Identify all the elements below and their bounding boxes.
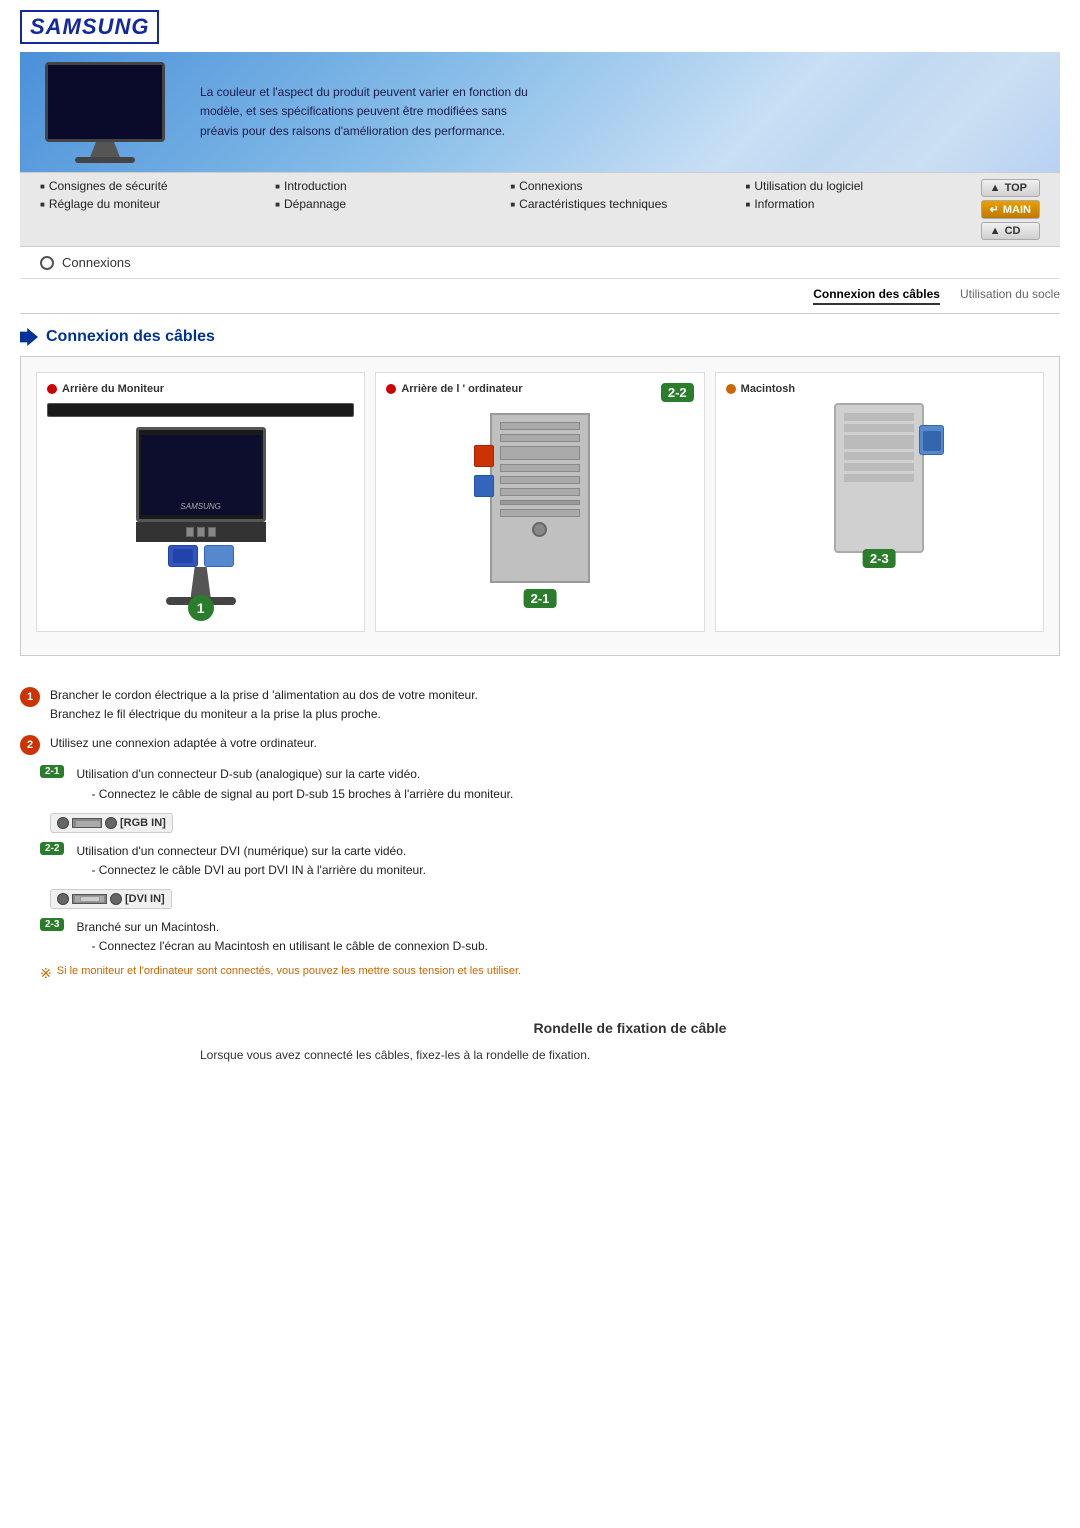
main-button-label: MAIN (1003, 204, 1031, 216)
rondelle-text: Lorsque vous avez connecté les câbles, f… (200, 1046, 1060, 1065)
section-title: Connexion des câbles (46, 328, 215, 346)
badge-21: 2-1 (524, 589, 557, 608)
instruction-2-2-text: Utilisation d'un connecteur DVI (numériq… (76, 842, 425, 880)
port-circle-left (57, 817, 69, 829)
instruction-2-1-text: Utilisation d'un connecteur D-sub (analo… (76, 765, 513, 803)
note-text: Si le moniteur et l'ordinateur sont conn… (57, 965, 521, 982)
diagram-monitor-label: Arrière du Moniteur (47, 383, 354, 395)
instruction-2-text: Utilisez une connexion adaptée à votre o… (50, 734, 317, 753)
diagram-section-mac: Macintosh (715, 372, 1044, 632)
monitor-illustration: SAMSUNG (47, 427, 354, 605)
port-rgb-in: [RGB IN] (50, 813, 173, 833)
instructions: 1 Brancher le cordon électrique a la pri… (0, 676, 1080, 1000)
heading-arrow-icon (20, 328, 38, 346)
breadcrumb-icon (40, 256, 54, 270)
badge-22-diagram: 2-2 (661, 383, 694, 402)
badge-23-label: 2-3 (40, 918, 64, 931)
arrow-main-icon: ↵ (990, 203, 999, 216)
samsung-logo: SAMSUNG (20, 10, 159, 44)
nav-item-caracteristiques[interactable]: Caractéristiques techniques (510, 197, 735, 211)
rondelle-section: Rondelle de fixation de câble Lorsque vo… (0, 1000, 1080, 1085)
breadcrumb-bar: Connexions (20, 247, 1060, 279)
top-button-label: TOP (1005, 182, 1027, 194)
rondelle-title: Rondelle de fixation de câble (200, 1020, 1060, 1036)
banner: La couleur et l'aspect du produit peuven… (20, 52, 1060, 172)
diagram-section-pc: Arrière de l ' ordinateur (375, 372, 704, 632)
port-rgb-label: [RGB IN] (120, 817, 166, 829)
monitor-screen-illus: SAMSUNG (136, 427, 266, 522)
port-dvi-circle-left (57, 893, 69, 905)
nav-item-reglage[interactable]: Réglage du moniteur (40, 197, 265, 211)
dot-red-monitor (47, 384, 57, 394)
arrow-cd-icon: ▲ (990, 225, 1001, 237)
banner-text: La couleur et l'aspect du produit peuven… (180, 83, 530, 141)
port-dvi-label: [DVI IN] (125, 893, 165, 905)
badge-21-label: 2-1 (40, 765, 64, 778)
diagram-section-monitor: Arrière du Moniteur SAMSUNG (36, 372, 365, 632)
arrow-up-icon: ▲ (990, 182, 1001, 194)
nav-item-connexions[interactable]: Connexions (510, 179, 735, 193)
badge-23: 2-3 (863, 549, 896, 568)
port-rect-rgb (72, 818, 102, 828)
cd-button-label: CD (1005, 225, 1021, 237)
header: SAMSUNG (0, 0, 1080, 52)
nav-bar: Consignes de sécurité Introduction Conne… (20, 172, 1060, 247)
nav-grid: Consignes de sécurité Introduction Conne… (40, 179, 971, 211)
badge-circle-1: 1 (20, 687, 40, 707)
diagram-box: Arrière du Moniteur SAMSUNG (20, 356, 1060, 656)
top-button[interactable]: ▲ TOP (981, 179, 1040, 197)
monitor-back-panel (136, 522, 266, 542)
nav-item-logiciel[interactable]: Utilisation du logiciel (746, 179, 971, 193)
nav-item-introduction[interactable]: Introduction (275, 179, 500, 193)
pc-tower (490, 413, 590, 583)
nav-item-information[interactable]: Information (746, 197, 971, 211)
monitor-stand-illus (191, 567, 211, 597)
dot-red-pc (386, 384, 396, 394)
badge-22-label: 2-2 (40, 842, 64, 855)
breadcrumb-text: Connexions (62, 255, 131, 270)
port-dvi-circle-right (110, 893, 122, 905)
main-button[interactable]: ↵ MAIN (981, 200, 1040, 219)
tabs-row: Connexion des câbles Utilisation du socl… (0, 279, 1080, 313)
nav-item-consignes[interactable]: Consignes de sécurité (40, 179, 265, 193)
section-heading: Connexion des câbles (0, 314, 1080, 356)
diagram-pc-label: Arrière de l ' ordinateur (386, 383, 693, 395)
instruction-2-1: 2-1 Utilisation d'un connecteur D-sub (a… (40, 765, 1060, 803)
tab-utilisation-socle[interactable]: Utilisation du socle (960, 287, 1060, 305)
banner-decoration (810, 52, 1060, 172)
diagram-mac-label: Macintosh (726, 383, 1033, 395)
instruction-2-3: 2-3 Branché sur un Macintosh. - Connecte… (40, 918, 1060, 956)
nav-buttons: ▲ TOP ↵ MAIN ▲ CD (981, 179, 1040, 240)
badge-circle-2: 2 (20, 735, 40, 755)
dot-orange-mac (726, 384, 736, 394)
port-dvi-in: [DVI IN] (50, 889, 172, 909)
badge-1: 1 (188, 595, 214, 621)
instruction-1: 1 Brancher le cordon électrique a la pri… (20, 686, 1060, 724)
mac-tower (834, 403, 924, 553)
instruction-2-3-text: Branché sur un Macintosh. - Connectez l'… (76, 918, 488, 956)
diagram-inner: Arrière du Moniteur SAMSUNG (36, 372, 1044, 632)
instruction-2-2: 2-2 Utilisation d'un connecteur DVI (num… (40, 842, 1060, 880)
note: ※ Si le moniteur et l'ordinateur sont co… (40, 965, 1040, 982)
nav-item-depannage[interactable]: Dépannage (275, 197, 500, 211)
tab-connexion-cables[interactable]: Connexion des câbles (813, 287, 940, 305)
port-circle-right (105, 817, 117, 829)
banner-monitor-image (30, 62, 180, 162)
note-symbol: ※ (40, 965, 52, 982)
instruction-2: 2 Utilisez une connexion adaptée à votre… (20, 734, 1060, 755)
cd-button[interactable]: ▲ CD (981, 222, 1040, 240)
instruction-1-text: Brancher le cordon électrique a la prise… (50, 686, 478, 724)
